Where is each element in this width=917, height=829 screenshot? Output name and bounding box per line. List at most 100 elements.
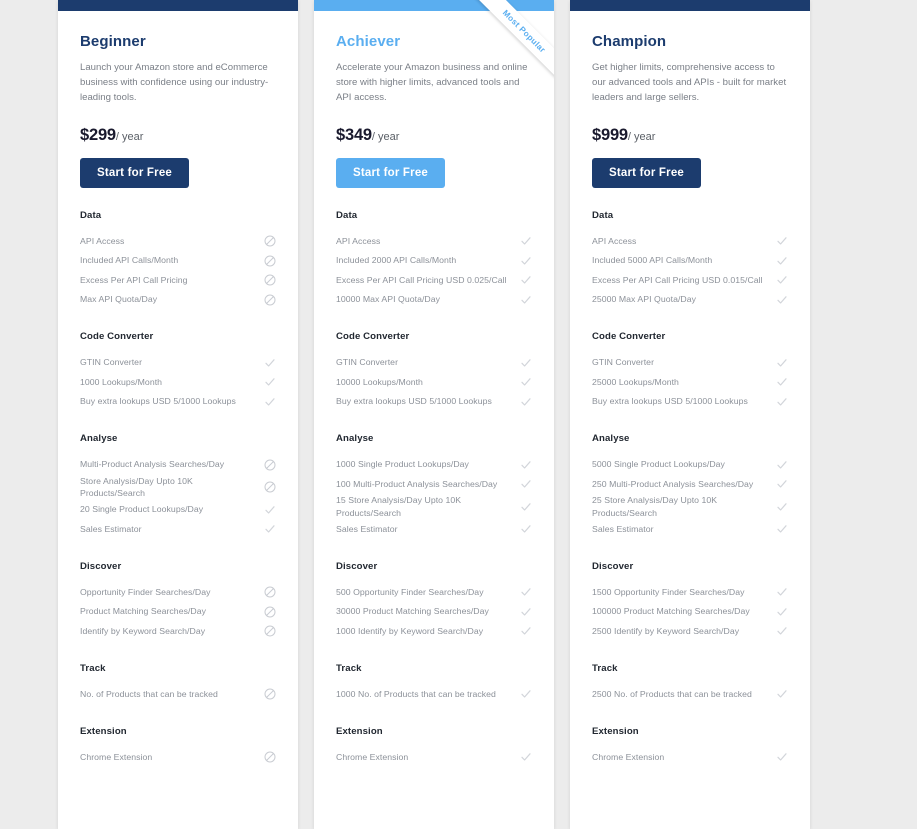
check-icon: [520, 255, 532, 267]
feature-row: 10000 Lookups/Month: [336, 373, 532, 392]
feature-label: 2500 Identify by Keyword Search/Day: [592, 625, 740, 636]
feature-row: Multi-Product Analysis Searches/Day: [80, 455, 276, 474]
feature-row: Excess Per API Call Pricing USD 0.015/Ca…: [592, 271, 788, 290]
feature-group-analyse: Analyse 1000 Single Product Lookups/Day 10…: [336, 433, 532, 539]
feature-group-title: Extension: [336, 725, 383, 737]
feature-row: Chrome Extension: [336, 748, 532, 767]
feature-row: 10000 Max API Quota/Day: [336, 290, 532, 309]
feature-label: Buy extra lookups USD 5/1000 Lookups: [336, 396, 492, 407]
plan-description: Accelerate your Amazon business and onli…: [336, 62, 528, 103]
feature-row: GTIN Converter: [80, 353, 276, 372]
blocked-icon: [264, 274, 276, 286]
plan-description: Launch your Amazon store and eCommerce b…: [80, 62, 269, 103]
feature-row: 1500 Opportunity Finder Searches/Day: [592, 583, 788, 602]
plan-card-beginner: Beginner Launch your Amazon store and eCo…: [58, 0, 298, 829]
feature-label: Excess Per API Call Pricing USD 0.015/Ca…: [592, 274, 763, 285]
feature-label: 10000 Max API Quota/Day: [336, 294, 441, 305]
check-icon: [776, 751, 788, 763]
check-icon: [264, 376, 276, 388]
check-icon: [520, 357, 532, 369]
feature-group-data: Data API Access Included API Calls/Month Ex…: [80, 210, 276, 310]
feature-row: 5000 Single Product Lookups/Day: [592, 455, 788, 474]
check-icon: [264, 504, 276, 516]
check-icon: [776, 294, 788, 306]
feature-group-title: Extension: [80, 725, 127, 737]
feature-group-title: Track: [80, 662, 106, 674]
feature-label: 30000 Product Matching Searches/Day: [336, 606, 489, 617]
feature-label: Excess Per API Call Pricing: [80, 274, 188, 285]
check-icon: [520, 235, 532, 247]
feature-label: No. of Products that can be tracked: [80, 688, 218, 699]
check-icon: [776, 235, 788, 247]
feature-group-code_converter: Code Converter GTIN Converter 25000 Lookup…: [592, 331, 788, 411]
feature-label: 500 Opportunity Finder Searches/Day: [336, 586, 484, 597]
feature-label: GTIN Converter: [592, 357, 655, 368]
plan-price: $999/ year: [592, 126, 788, 145]
feature-label: Buy extra lookups USD 5/1000 Lookups: [80, 396, 236, 407]
price-period: / year: [371, 130, 400, 143]
price-period: / year: [627, 130, 656, 143]
feature-label: 25 Store Analysis/Day Upto 10K Products/…: [592, 495, 718, 518]
feature-label: GTIN Converter: [336, 357, 399, 368]
feature-label: Excess Per API Call Pricing USD 0.025/Ca…: [336, 274, 507, 285]
check-icon: [520, 478, 532, 490]
feature-group-code_converter: Code Converter GTIN Converter 1000 Lookups…: [80, 331, 276, 411]
blocked-icon: [264, 235, 276, 247]
plan-name: Achiever: [336, 33, 401, 50]
feature-row: 25000 Max API Quota/Day: [592, 290, 788, 309]
card-accent-bar: [570, 0, 810, 11]
feature-label: 250 Multi-Product Analysis Searches/Day: [592, 478, 754, 489]
feature-row: API Access: [336, 232, 532, 251]
start-for-free-button[interactable]: Start for Free: [80, 157, 190, 188]
plan-card-champion: Champion Get higher limits, comprehensive…: [570, 0, 810, 829]
feature-row: 25 Store Analysis/Day Upto 10K Products/…: [592, 494, 788, 519]
feature-label: API Access: [336, 235, 381, 246]
feature-row: 30000 Product Matching Searches/Day: [336, 602, 532, 621]
feature-label: Included 5000 API Calls/Month: [592, 255, 713, 266]
check-icon: [776, 606, 788, 618]
check-icon: [776, 396, 788, 408]
check-icon: [520, 751, 532, 763]
check-icon: [776, 255, 788, 267]
feature-group-extension: Extension Chrome Extension: [80, 726, 276, 767]
feature-label: 100000 Product Matching Searches/Day: [592, 606, 750, 617]
plan-card-body: Champion Get higher limits, comprehensive…: [570, 11, 810, 767]
feature-group-title: Discover: [80, 560, 122, 572]
feature-row: 25000 Lookups/Month: [592, 373, 788, 392]
feature-group-track: Track 2500 No. of Products that can be tr…: [592, 663, 788, 704]
feature-label: Store Analysis/Day Upto 10K Products/Sea…: [80, 475, 193, 499]
feature-label: Sales Estimator: [336, 523, 398, 534]
feature-group-discover: Discover 1500 Opportunity Finder Searches…: [592, 561, 788, 641]
check-icon: [776, 523, 788, 535]
feature-label: 25000 Max API Quota/Day: [592, 294, 697, 305]
feature-label: API Access: [592, 235, 637, 246]
feature-group-title: Analyse: [336, 433, 374, 445]
feature-label: Included 2000 API Calls/Month: [336, 255, 457, 266]
feature-group-title: Analyse: [592, 433, 630, 445]
start-for-free-button[interactable]: Start for Free: [336, 157, 446, 188]
feature-label: Product Matching Searches/Day: [80, 606, 207, 617]
feature-row: 2500 Identify by Keyword Search/Day: [592, 622, 788, 641]
feature-label: 1000 Lookups/Month: [80, 376, 163, 387]
check-icon: [776, 357, 788, 369]
feature-label: Chrome Extension: [336, 751, 409, 762]
check-icon: [520, 606, 532, 618]
check-icon: [520, 523, 532, 535]
check-icon: [520, 625, 532, 637]
feature-label: Identify by Keyword Search/Day: [80, 625, 206, 636]
plan-name: Beginner: [80, 33, 146, 50]
feature-row: GTIN Converter: [336, 353, 532, 372]
start-for-free-button[interactable]: Start for Free: [592, 157, 702, 188]
feature-row: Chrome Extension: [80, 748, 276, 767]
feature-group-title: Data: [336, 209, 358, 221]
plan-description: Get higher limits, comprehensive access …: [592, 62, 787, 103]
feature-row: Buy extra lookups USD 5/1000 Lookups: [336, 392, 532, 411]
feature-row: Buy extra lookups USD 5/1000 Lookups: [592, 392, 788, 411]
check-icon: [520, 274, 532, 286]
check-icon: [776, 501, 788, 513]
feature-group-title: Extension: [592, 725, 639, 737]
feature-group-discover: Discover 500 Opportunity Finder Searches/…: [336, 561, 532, 641]
feature-label: API Access: [80, 235, 125, 246]
feature-row: 1000 Lookups/Month: [80, 373, 276, 392]
feature-row: Included 5000 API Calls/Month: [592, 251, 788, 270]
